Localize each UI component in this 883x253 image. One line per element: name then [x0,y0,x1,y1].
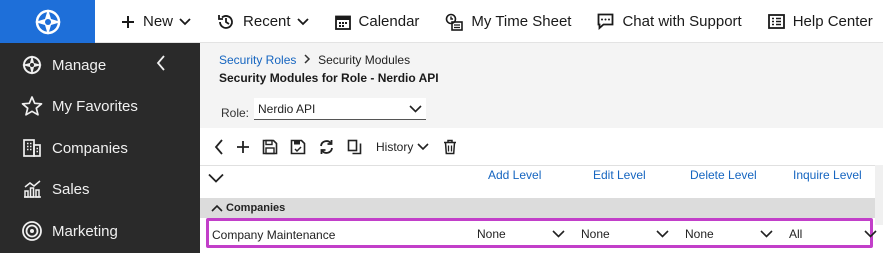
add-level-select[interactable]: None [475,225,565,243]
refresh-button[interactable] [318,135,335,159]
top-bar: New Recent Calendar My Time Sheet Chat w… [0,0,883,43]
column-edit-level[interactable]: Edit Level [593,168,646,182]
timesheet-label: My Time Sheet [471,13,572,30]
delete-level-value: None [685,227,714,241]
main-content: Security Roles Security Modules Security… [200,43,883,253]
chevron-down-icon [417,143,429,151]
add-button[interactable] [236,135,250,159]
sidebar-item-sales[interactable]: Sales [0,169,200,209]
sidebar-item-label: My Favorites [52,97,138,115]
calendar-link[interactable]: Calendar [334,0,420,43]
column-delete-level[interactable]: Delete Level [690,168,757,182]
help-center-link[interactable]: Help Center [767,0,873,43]
save-icon [262,139,278,155]
sidebar-item-favorites[interactable]: My Favorites [0,86,200,126]
role-label: Role: [221,106,250,120]
toolbar: History [200,132,883,162]
breadcrumb-security-roles[interactable]: Security Roles [219,53,296,67]
role-select-value: Nerdio API [258,101,316,116]
timesheet-link[interactable]: My Time Sheet [445,0,571,43]
new-menu[interactable]: New [121,0,191,43]
recent-label: Recent [243,13,291,30]
module-name: Company Maintenance [212,228,336,242]
sidebar-item-companies[interactable]: Companies [0,128,200,168]
building-icon [20,136,44,160]
target-icon [20,219,44,243]
plus-icon [237,141,249,153]
chevron-down-icon [552,230,565,238]
sidebar-item-manage[interactable]: Manage [0,45,200,85]
save-close-icon [290,139,306,155]
role-select[interactable]: Nerdio API [254,98,426,120]
history-label: History [376,140,414,154]
sidebar: Manage My Favorites Companies Sales Mark… [0,43,200,253]
timesheet-icon [445,13,464,31]
chevron-down-icon [760,230,773,238]
chat-support-link[interactable]: Chat with Support [597,0,742,43]
save-and-close-button[interactable] [290,135,306,159]
chevron-down-icon [296,17,309,26]
chat-icon [597,13,614,30]
chevron-left-icon [214,139,223,155]
copy-icon [347,139,362,155]
column-add-level[interactable]: Add Level [488,168,541,182]
edit-level-select[interactable]: None [579,225,669,243]
chevron-down-icon [179,17,191,26]
add-level-value: None [477,227,506,241]
column-inquire-level[interactable]: Inquire Level [793,168,862,182]
chevron-down-icon [656,230,669,238]
save-button[interactable] [262,135,278,159]
chevron-down-icon [409,102,422,116]
sidebar-item-label: Manage [52,56,107,74]
chevron-up-icon [211,204,223,212]
column-header-row: Add Level Edit Level Delete Level Inquir… [200,165,883,195]
sidebar-item-label: Sales [52,180,90,198]
scrollbar[interactable] [875,165,883,225]
expand-all-icon[interactable] [208,170,224,188]
group-row-companies[interactable]: Companies [200,198,883,218]
compass-icon [20,53,44,77]
inquire-level-value: All [789,227,803,241]
inquire-level-select[interactable]: All [787,225,877,243]
app-logo[interactable] [0,0,95,43]
breadcrumb-current: Security Modules [318,53,411,67]
compass-logo-icon [34,8,61,35]
chart-icon [20,177,44,201]
calendar-label: Calendar [358,13,420,30]
collapse-sidebar-icon[interactable] [156,55,166,75]
edit-level-value: None [581,227,610,241]
help-book-icon [767,14,785,29]
table-row[interactable]: Company Maintenance None None None All [206,218,877,248]
group-label: Companies [226,202,286,214]
trash-icon [444,139,457,155]
page-title: Security Modules for Role - Nerdio API [219,71,439,85]
star-icon [20,94,44,118]
refresh-icon [320,140,333,154]
new-label: New [143,13,174,30]
help-label: Help Center [792,13,873,30]
recent-menu[interactable]: Recent [217,0,309,43]
sidebar-item-marketing[interactable]: Marketing [0,211,200,251]
plus-icon [121,15,135,29]
history-dropdown[interactable]: History [376,135,429,159]
delete-level-select[interactable]: None [683,225,773,243]
chevron-down-icon [864,230,877,238]
top-nav: New Recent Calendar My Time Sheet Chat w… [95,0,873,43]
history-icon [217,13,235,31]
copy-button[interactable] [347,135,362,159]
back-button[interactable] [214,135,224,159]
delete-button[interactable] [443,135,457,159]
calendar-icon [334,14,351,30]
app-window: { "topnav": { "new_label": "New", "recen… [0,0,883,253]
page-header: Security Roles Security Modules Security… [200,43,883,128]
sidebar-item-label: Marketing [52,222,118,240]
chat-label: Chat with Support [622,13,742,30]
breadcrumb: Security Roles Security Modules [219,53,410,67]
sidebar-item-label: Companies [52,139,128,157]
breadcrumb-separator-icon [304,53,314,67]
